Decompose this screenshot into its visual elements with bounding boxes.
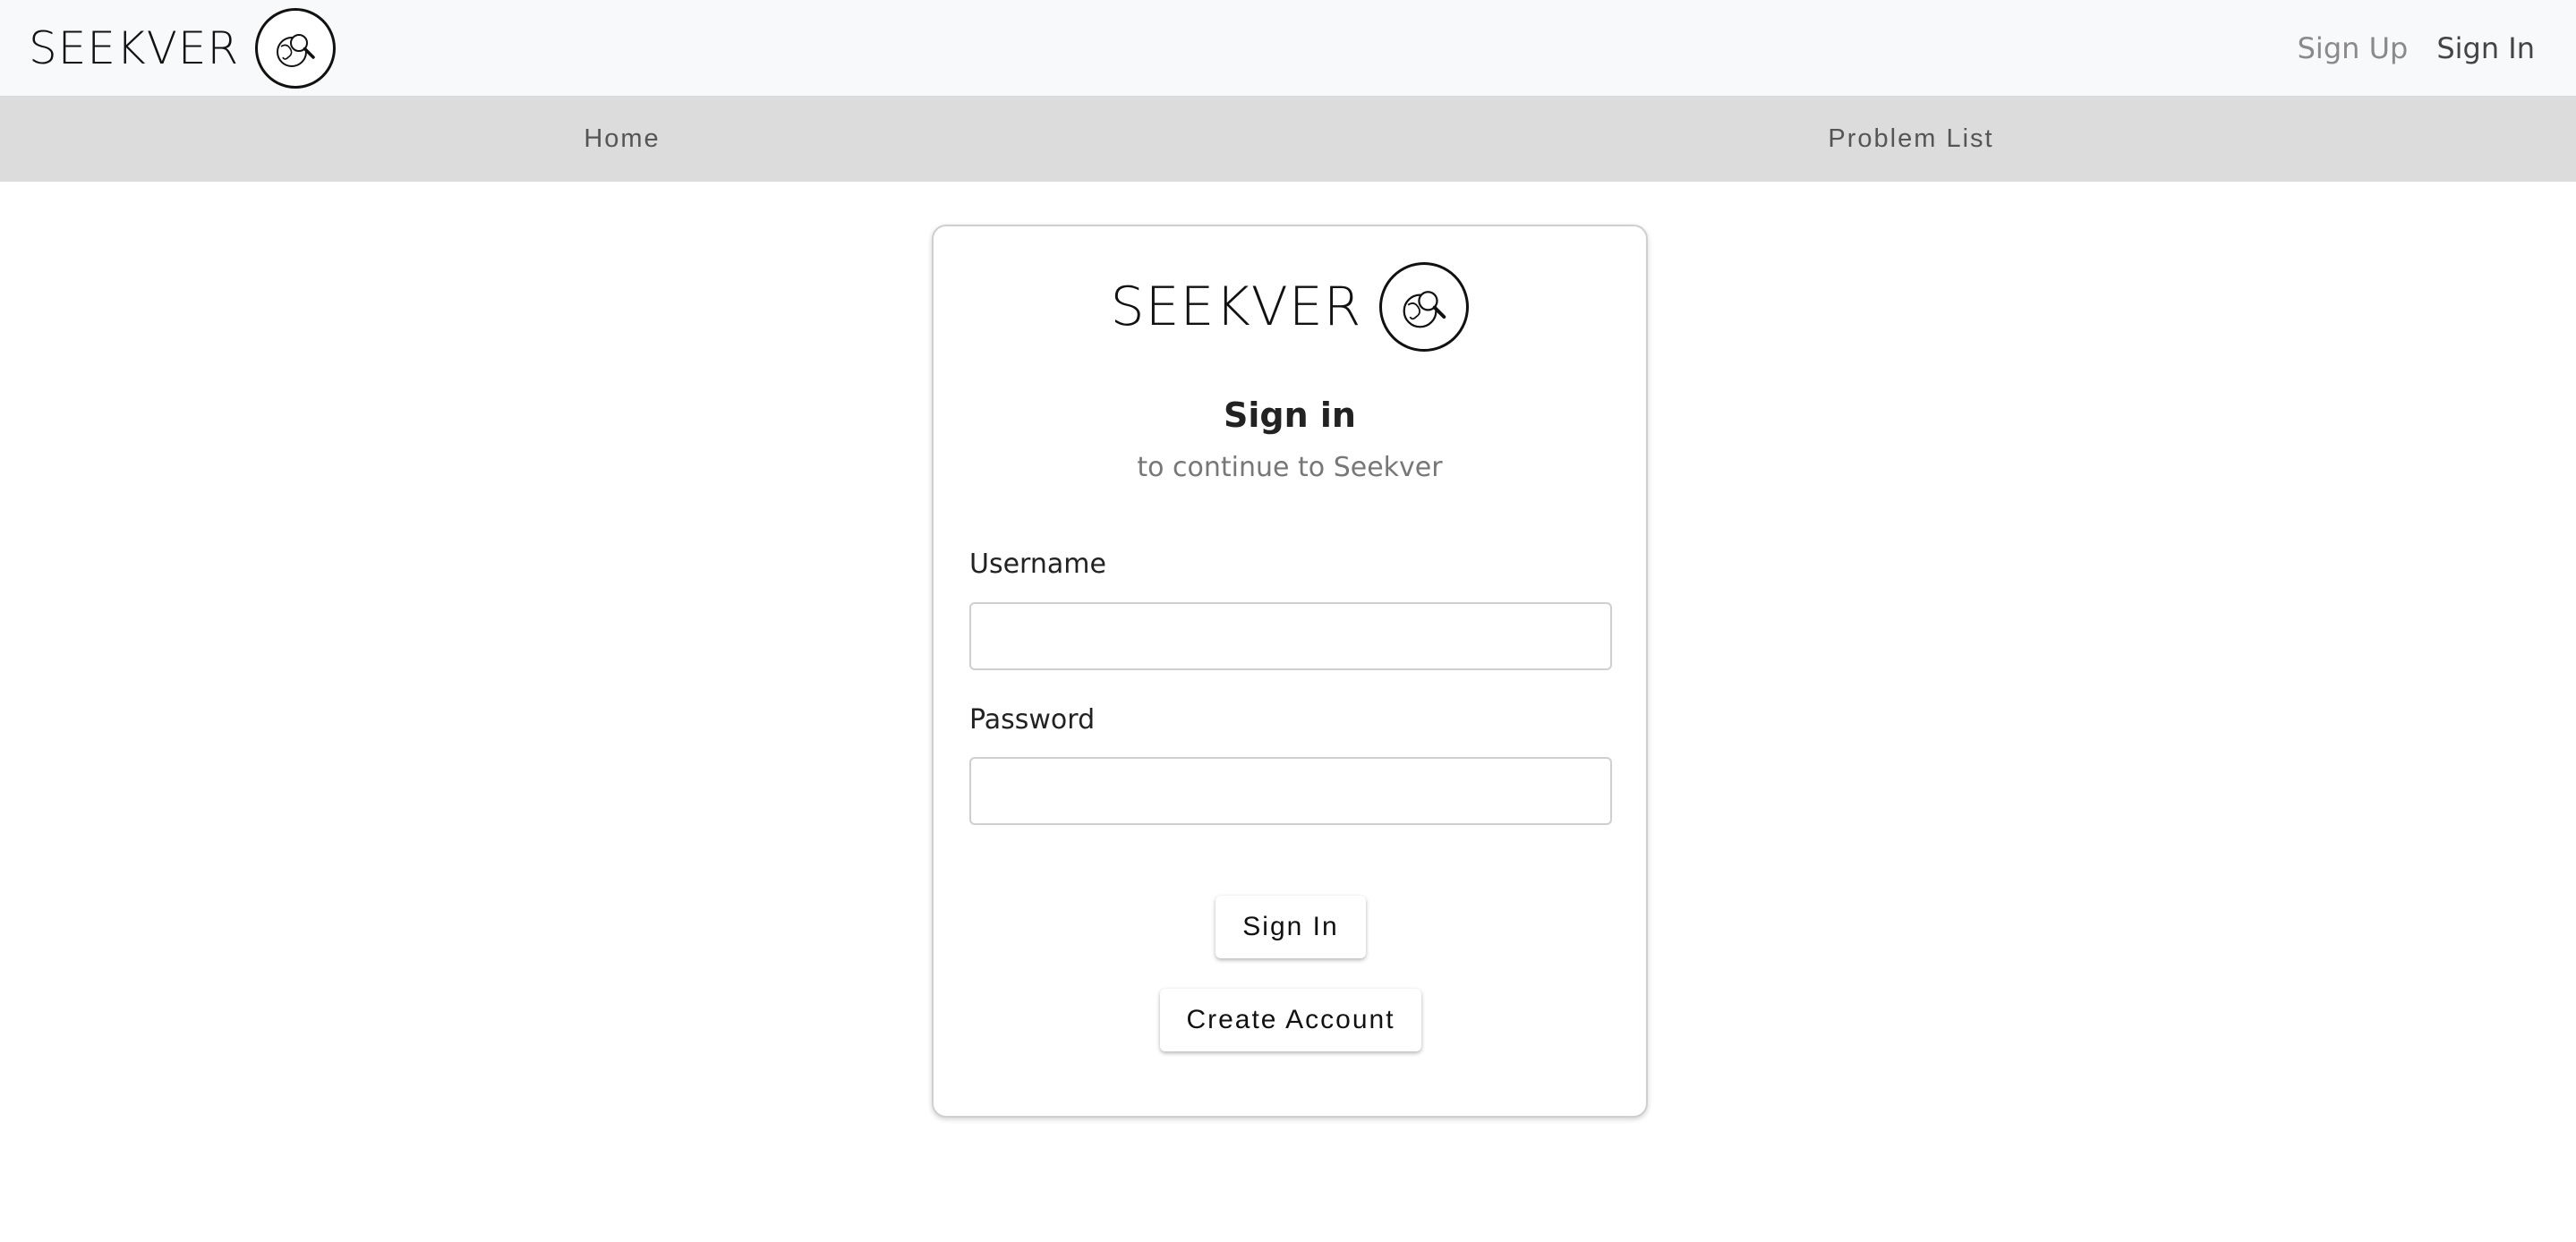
- username-label: Username: [969, 549, 1106, 580]
- sign-in-card: SEEKVER Sign in to continue to Seekver U…: [932, 225, 1648, 1118]
- card-brand: SEEKVER: [934, 262, 1646, 352]
- sign-in-link[interactable]: Sign In: [2436, 31, 2535, 65]
- top-header: SEEKVER Sign Up Sign In: [0, 0, 2576, 96]
- brand-name: SEEKVER: [29, 21, 240, 74]
- auth-links: Sign Up Sign In: [2298, 31, 2535, 65]
- nav-problem-list[interactable]: Problem List: [1772, 96, 2050, 182]
- card-brand-name: SEEKVER: [1110, 276, 1362, 338]
- page-subtitle: to continue to Seekver: [1137, 452, 1443, 483]
- password-input[interactable]: [969, 757, 1612, 825]
- main-nav: Home Problem List: [0, 96, 2576, 182]
- password-label: Password: [969, 704, 1096, 736]
- globe-magnifier-icon: [255, 7, 337, 89]
- page-title: Sign in: [1224, 396, 1356, 435]
- nav-home[interactable]: Home: [519, 96, 725, 182]
- sign-in-button[interactable]: Sign In: [1215, 896, 1366, 958]
- globe-magnifier-icon: [1379, 262, 1470, 352]
- create-account-button[interactable]: Create Account: [1160, 989, 1421, 1051]
- sign-up-link[interactable]: Sign Up: [2298, 31, 2409, 65]
- brand-logo-link[interactable]: SEEKVER: [29, 7, 337, 89]
- username-input[interactable]: [969, 602, 1612, 670]
